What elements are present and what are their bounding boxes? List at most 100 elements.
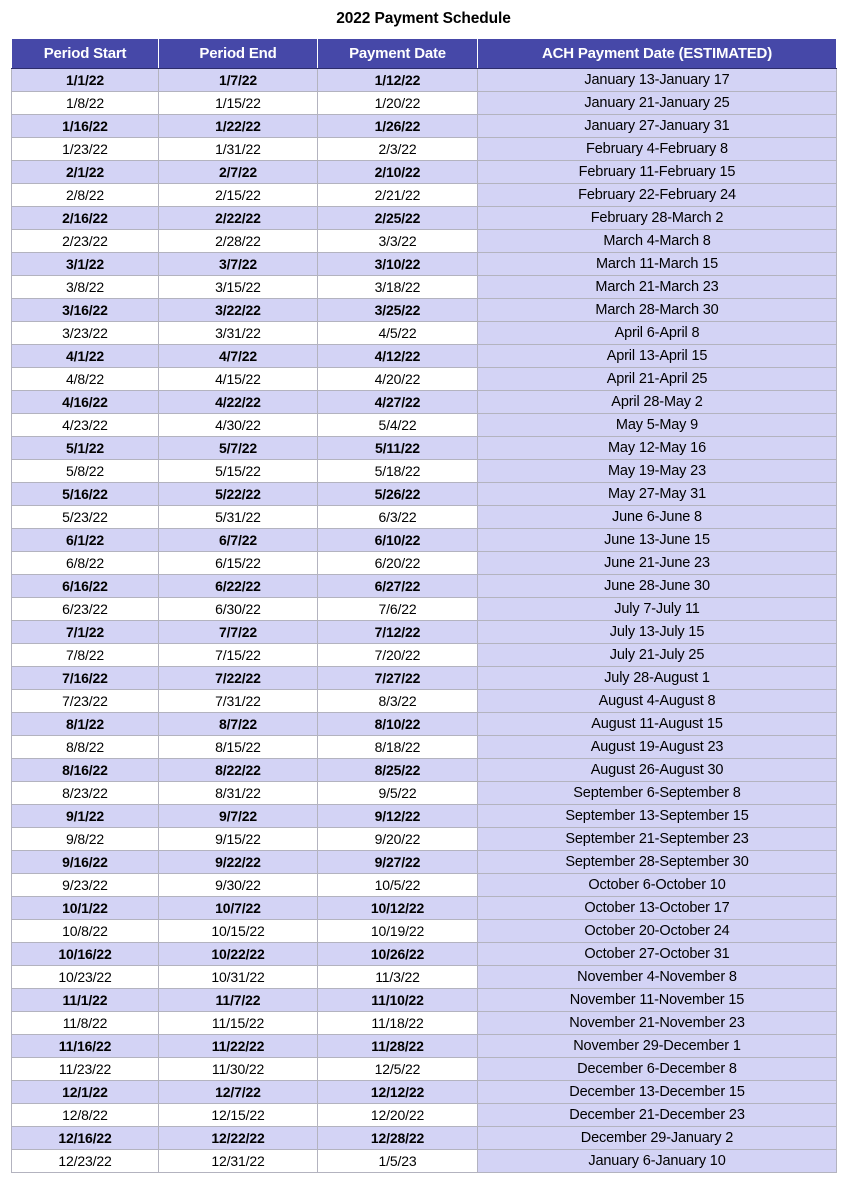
cell-ach-payment-date: August 26-August 30: [477, 757, 837, 782]
cell-payment-date: 11/10/22: [317, 987, 478, 1012]
cell-period-end: 4/22/22: [158, 389, 318, 414]
cell-payment-date: 3/10/22: [317, 251, 478, 276]
cell-period-end: 2/22/22: [158, 205, 318, 230]
cell-payment-date: 5/4/22: [317, 412, 478, 437]
table-row: 8/23/22 8/31/22 9/5/22 September 6-Septembe…: [11, 780, 837, 805]
header-row: Period Start Period End Payment Date ACH…: [11, 39, 837, 69]
table-row: 10/1/22 10/7/22 10/12/22 October 13-October…: [11, 895, 837, 920]
cell-period-start: 8/16/22: [11, 757, 159, 782]
table-row: 12/1/22 12/7/22 12/12/22 December 13-Decemb…: [11, 1079, 837, 1104]
cell-payment-date: 2/3/22: [317, 136, 478, 161]
table-row: 6/1/22 6/7/22 6/10/22 June 13-June 15: [11, 527, 837, 552]
cell-period-start: 5/1/22: [11, 435, 159, 460]
cell-ach-payment-date: January 6-January 10: [477, 1148, 837, 1173]
cell-period-end: 3/22/22: [158, 297, 318, 322]
cell-ach-payment-date: May 5-May 9: [477, 412, 837, 437]
table-row: 8/8/22 8/15/22 8/18/22 August 19-August 23: [11, 734, 837, 759]
cell-period-end: 12/31/22: [158, 1148, 318, 1173]
cell-payment-date: 3/18/22: [317, 274, 478, 299]
cell-period-end: 11/15/22: [158, 1010, 318, 1035]
cell-ach-payment-date: June 21-June 23: [477, 550, 837, 575]
cell-ach-payment-date: August 19-August 23: [477, 734, 837, 759]
cell-period-end: 2/28/22: [158, 228, 318, 253]
cell-period-end: 1/31/22: [158, 136, 318, 161]
table-row: 1/1/22 1/7/22 1/12/22 January 13-January 17: [11, 67, 837, 92]
cell-payment-date: 6/3/22: [317, 504, 478, 529]
table-row: 5/8/22 5/15/22 5/18/22 May 19-May 23: [11, 458, 837, 483]
cell-period-end: 10/22/22: [158, 941, 318, 966]
table-row: 10/8/22 10/15/22 10/19/22 October 20-Octobe…: [11, 918, 837, 943]
cell-period-start: 12/1/22: [11, 1079, 159, 1104]
cell-ach-payment-date: September 6-September 8: [477, 780, 837, 805]
cell-period-start: 11/23/22: [11, 1056, 159, 1081]
cell-ach-payment-date: August 11-August 15: [477, 711, 837, 736]
table-row: 7/23/22 7/31/22 8/3/22 August 4-August 8: [11, 688, 837, 713]
cell-ach-payment-date: March 11-March 15: [477, 251, 837, 276]
cell-ach-payment-date: October 20-October 24: [477, 918, 837, 943]
cell-payment-date: 1/12/22: [317, 67, 478, 92]
cell-period-start: 10/1/22: [11, 895, 159, 920]
table-row: 11/8/22 11/15/22 11/18/22 November 21-Novem…: [11, 1010, 837, 1035]
cell-period-end: 1/22/22: [158, 113, 318, 138]
cell-period-end: 5/7/22: [158, 435, 318, 460]
cell-payment-date: 1/5/23: [317, 1148, 478, 1173]
table-row: 11/23/22 11/30/22 12/5/22 December 6-Decemb…: [11, 1056, 837, 1081]
cell-period-end: 8/7/22: [158, 711, 318, 736]
cell-payment-date: 12/12/22: [317, 1079, 478, 1104]
cell-payment-date: 6/20/22: [317, 550, 478, 575]
cell-ach-payment-date: February 28-March 2: [477, 205, 837, 230]
table-row: 8/16/22 8/22/22 8/25/22 August 26-August 30: [11, 757, 837, 782]
cell-ach-payment-date: November 11-November 15: [477, 987, 837, 1012]
cell-period-start: 4/1/22: [11, 343, 159, 368]
cell-payment-date: 6/10/22: [317, 527, 478, 552]
cell-payment-date: 8/10/22: [317, 711, 478, 736]
table-row: 3/16/22 3/22/22 3/25/22 March 28-March 30: [11, 297, 837, 322]
table-row: 6/16/22 6/22/22 6/27/22 June 28-June 30: [11, 573, 837, 598]
payment-schedule-table: Period Start Period End Payment Date ACH…: [11, 39, 837, 1173]
table-row: 2/16/22 2/22/22 2/25/22 February 28-March 2: [11, 205, 837, 230]
cell-period-start: 1/16/22: [11, 113, 159, 138]
cell-period-start: 9/23/22: [11, 872, 159, 897]
cell-payment-date: 4/27/22: [317, 389, 478, 414]
cell-ach-payment-date: January 21-January 25: [477, 90, 837, 115]
cell-period-end: 5/31/22: [158, 504, 318, 529]
cell-ach-payment-date: December 29-January 2: [477, 1125, 837, 1150]
cell-period-start: 6/23/22: [11, 596, 159, 621]
cell-period-start: 6/8/22: [11, 550, 159, 575]
table-row: 12/23/22 12/31/22 1/5/23 January 6-January …: [11, 1148, 837, 1173]
cell-period-start: 5/16/22: [11, 481, 159, 506]
cell-payment-date: 10/12/22: [317, 895, 478, 920]
table-row: 4/8/22 4/15/22 4/20/22 April 21-April 25: [11, 366, 837, 391]
cell-period-end: 7/15/22: [158, 642, 318, 667]
cell-period-start: 4/16/22: [11, 389, 159, 414]
cell-payment-date: 9/12/22: [317, 803, 478, 828]
cell-payment-date: 9/5/22: [317, 780, 478, 805]
column-header-period-end: Period End: [158, 39, 318, 69]
column-header-payment-date: Payment Date: [317, 39, 478, 69]
cell-period-end: 10/7/22: [158, 895, 318, 920]
cell-payment-date: 6/27/22: [317, 573, 478, 598]
cell-period-start: 2/16/22: [11, 205, 159, 230]
cell-period-start: 12/16/22: [11, 1125, 159, 1150]
table-row: 3/23/22 3/31/22 4/5/22 April 6-April 8: [11, 320, 837, 345]
table-row: 9/23/22 9/30/22 10/5/22 October 6-October 1…: [11, 872, 837, 897]
table-row: 9/1/22 9/7/22 9/12/22 September 13-Septembe…: [11, 803, 837, 828]
cell-period-end: 8/15/22: [158, 734, 318, 759]
cell-period-start: 3/8/22: [11, 274, 159, 299]
table-row: 4/16/22 4/22/22 4/27/22 April 28-May 2: [11, 389, 837, 414]
cell-period-end: 3/7/22: [158, 251, 318, 276]
table-row: 9/8/22 9/15/22 9/20/22 September 21-Septemb…: [11, 826, 837, 851]
table-row: 6/8/22 6/15/22 6/20/22 June 21-June 23: [11, 550, 837, 575]
cell-ach-payment-date: September 21-September 23: [477, 826, 837, 851]
cell-period-end: 8/31/22: [158, 780, 318, 805]
cell-period-start: 8/8/22: [11, 734, 159, 759]
cell-period-start: 8/23/22: [11, 780, 159, 805]
cell-period-end: 6/15/22: [158, 550, 318, 575]
cell-payment-date: 10/26/22: [317, 941, 478, 966]
cell-ach-payment-date: July 28-August 1: [477, 665, 837, 690]
table-body: 1/1/22 1/7/22 1/12/22 January 13-January 17…: [11, 67, 837, 1173]
cell-period-start: 11/8/22: [11, 1010, 159, 1035]
cell-payment-date: 2/25/22: [317, 205, 478, 230]
cell-payment-date: 10/19/22: [317, 918, 478, 943]
cell-period-end: 7/22/22: [158, 665, 318, 690]
